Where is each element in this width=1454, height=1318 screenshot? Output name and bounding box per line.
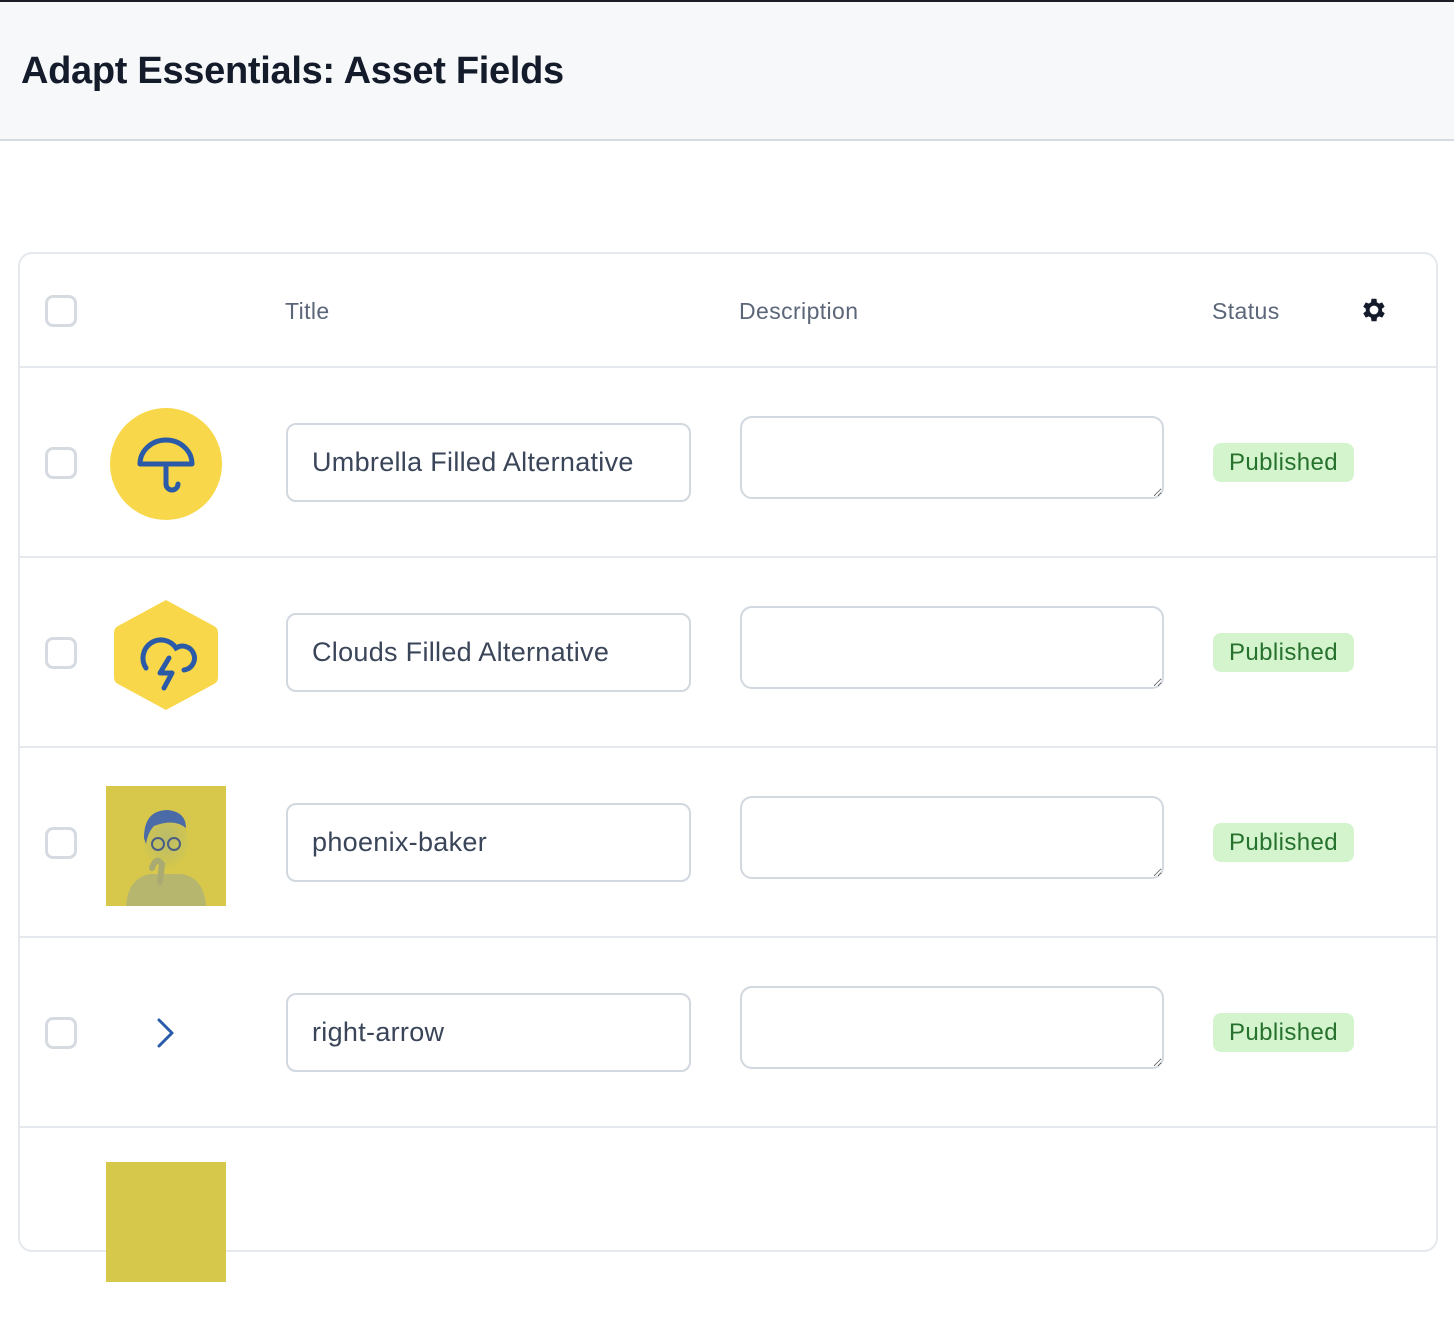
page-header: Adapt Essentials: Asset Fields [0, 2, 1454, 141]
table-row: Published [20, 748, 1436, 938]
table-row: Published [20, 558, 1436, 748]
column-header-title[interactable]: Title [285, 298, 330, 325]
yellow-image[interactable] [106, 1162, 226, 1282]
table-row: Published [20, 368, 1436, 558]
title-input[interactable] [286, 613, 691, 692]
status-badge: Published [1213, 633, 1355, 672]
row-checkbox[interactable] [45, 1017, 77, 1049]
right-arrow-icon[interactable] [106, 976, 226, 1096]
assets-table: Title Description Status Published [18, 252, 1438, 1282]
umbrella-icon[interactable] [106, 406, 226, 526]
table-row: Published [20, 938, 1436, 1128]
description-textarea[interactable] [740, 416, 1164, 499]
status-badge: Published [1213, 443, 1355, 482]
column-header-status[interactable]: Status [1212, 298, 1280, 325]
select-all-checkbox[interactable] [45, 295, 77, 327]
status-badge: Published [1213, 1013, 1355, 1052]
description-textarea[interactable] [740, 986, 1164, 1069]
row-checkbox[interactable] [45, 447, 77, 479]
description-textarea[interactable] [740, 796, 1164, 879]
cloud-lightning-icon[interactable] [106, 596, 226, 716]
title-input[interactable] [286, 423, 691, 502]
gear-icon[interactable] [1359, 295, 1389, 325]
row-checkbox[interactable] [45, 827, 77, 859]
status-badge: Published [1213, 823, 1355, 862]
description-textarea[interactable] [740, 606, 1164, 689]
page-title: Adapt Essentials: Asset Fields [21, 50, 564, 92]
table-header-row: Title Description Status [20, 254, 1436, 368]
title-input[interactable] [286, 803, 691, 882]
column-header-description[interactable]: Description [739, 298, 858, 325]
portrait-photo[interactable] [106, 786, 226, 906]
table-row [20, 1128, 1436, 1318]
row-checkbox[interactable] [45, 637, 77, 669]
title-input[interactable] [286, 993, 691, 1072]
